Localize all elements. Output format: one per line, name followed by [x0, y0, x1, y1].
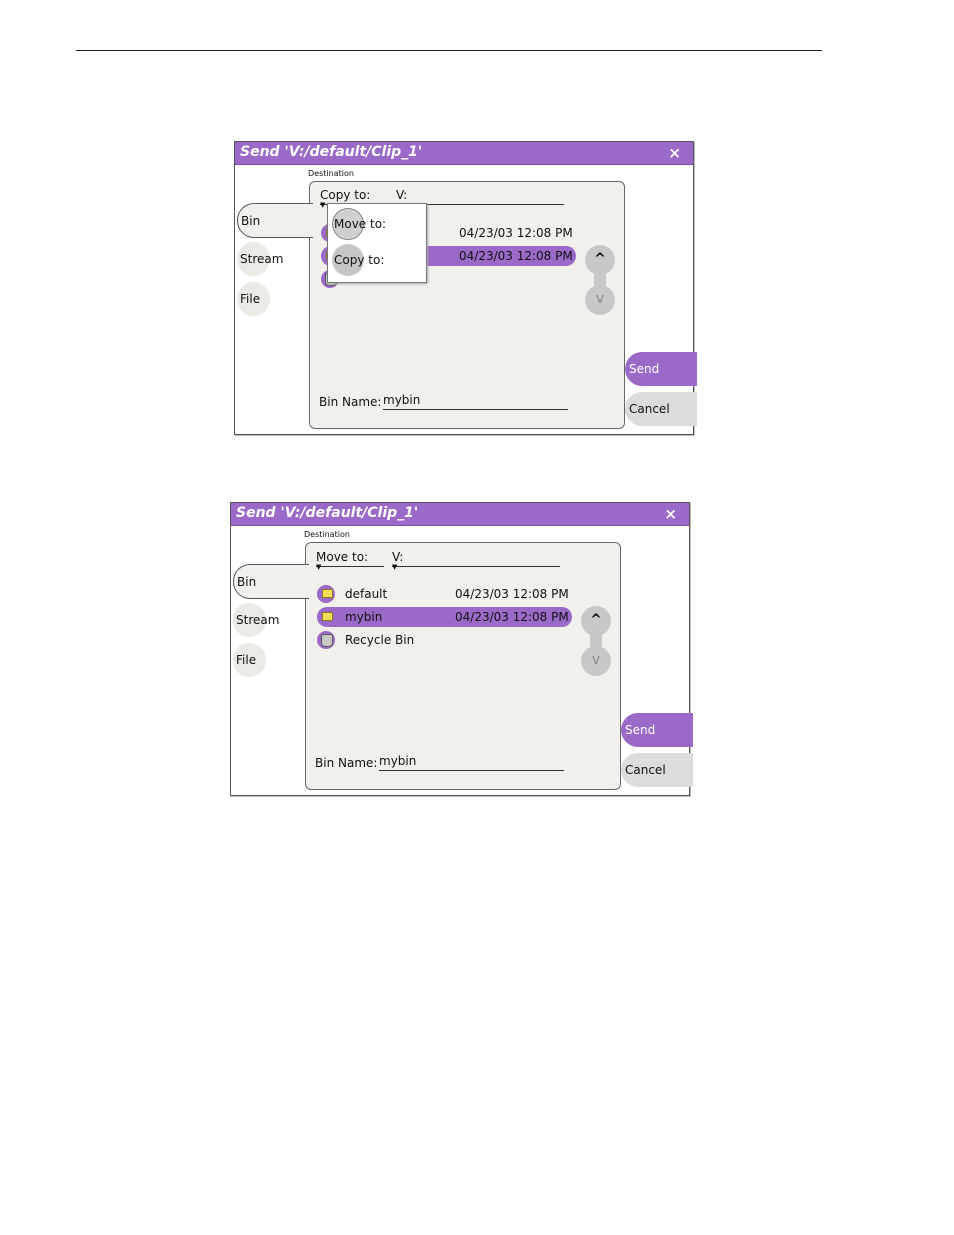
row-date: 04/23/03 12:08 PM	[455, 587, 569, 601]
dialog-body: Destination Bin Stream File Move to: ▼ V…	[231, 526, 693, 795]
send-button[interactable]: Send	[621, 713, 693, 747]
close-icon[interactable]: ×	[664, 505, 677, 523]
bin-name-label: Bin Name:	[319, 395, 382, 409]
list-item-selected[interactable]: mybin 04/23/03 12:08 PM	[317, 607, 572, 627]
chevron-down-icon: v	[595, 291, 605, 307]
scroll-up-button[interactable]: ^	[585, 245, 615, 275]
tab-stream[interactable]: Stream	[237, 242, 283, 276]
menu-item-copy-to[interactable]: Copy to:	[332, 244, 384, 276]
mode-dropdown-value: Move to:	[316, 550, 369, 564]
destination-panel	[305, 542, 621, 790]
tab-file[interactable]: File	[233, 643, 266, 677]
list-item[interactable]: Recycle Bin	[317, 630, 477, 650]
menu-item-label-suffix: to:	[366, 217, 387, 231]
dialog-title: Send 'V:/default/Clip_1'	[240, 144, 423, 160]
volume-dropdown-value: V:	[396, 188, 408, 202]
tab-stream[interactable]: Stream	[233, 603, 279, 637]
row-name: mybin	[345, 610, 383, 624]
dropdown-arrow-icon: ▼	[316, 563, 322, 571]
destination-label: Destination	[304, 530, 350, 539]
tab-file[interactable]: File	[237, 282, 270, 316]
list-item[interactable]: default 04/23/03 12:08 PM	[317, 584, 572, 604]
chevron-up-icon: ^	[590, 612, 602, 628]
menu-item-label: Move	[334, 217, 367, 231]
volume-dropdown[interactable]: V: ▼	[392, 550, 560, 571]
cancel-button[interactable]: Cancel	[625, 392, 697, 426]
scroll-up-button[interactable]: ^	[581, 606, 611, 636]
scroll-down-button[interactable]: v	[585, 285, 615, 315]
list-scroller: ^ v	[581, 606, 611, 676]
row-name: default	[345, 587, 388, 601]
menu-item-label-suffix: to:	[364, 253, 385, 267]
close-icon[interactable]: ×	[668, 144, 681, 162]
menu-item-label: Copy	[334, 253, 365, 267]
volume-dropdown-value: V:	[392, 550, 404, 564]
bin-name-input[interactable]: mybin	[379, 754, 564, 771]
send-dialog-copy: Send 'V:/default/Clip_1' × Destination B…	[234, 141, 697, 435]
row-date: 04/23/03 12:08 PM	[459, 249, 573, 263]
bin-name-input[interactable]: mybin	[383, 393, 568, 410]
chevron-down-icon: v	[591, 652, 601, 668]
dropdown-arrow-icon: ▼	[320, 201, 326, 209]
row-name: Recycle Bin	[345, 633, 415, 647]
tab-bin[interactable]: Bin	[233, 564, 309, 599]
folder-icon	[317, 608, 335, 626]
page-top-rule	[76, 50, 822, 51]
dialog-body: Destination Bin Stream File Copy to: ▼ V…	[235, 165, 697, 434]
mode-dropdown-menu: Move to: Copy to:	[327, 203, 427, 283]
bin-name-label: Bin Name:	[315, 756, 378, 770]
folder-icon	[317, 585, 335, 603]
scroll-down-button[interactable]: v	[581, 646, 611, 676]
menu-item-move-to[interactable]: Move to:	[332, 208, 386, 240]
send-dialog-move: Send 'V:/default/Clip_1' × Destination B…	[230, 502, 693, 796]
row-date: 04/23/03 12:08 PM	[455, 610, 569, 624]
cancel-button[interactable]: Cancel	[621, 753, 693, 787]
mode-dropdown[interactable]: Move to: ▼	[316, 550, 384, 571]
mode-dropdown-value: Copy to:	[320, 188, 371, 202]
destination-label: Destination	[308, 169, 354, 178]
row-date: 04/23/03 12:08 PM	[459, 226, 573, 240]
send-button[interactable]: Send	[625, 352, 697, 386]
dropdown-arrow-icon: ▼	[392, 563, 398, 571]
list-scroller: ^ v	[585, 245, 615, 315]
title-bar: Send 'V:/default/Clip_1' ×	[231, 503, 689, 526]
chevron-up-icon: ^	[594, 251, 606, 267]
title-bar: Send 'V:/default/Clip_1' ×	[235, 142, 693, 165]
recycle-bin-icon	[317, 631, 335, 649]
dialog-title: Send 'V:/default/Clip_1'	[236, 505, 419, 521]
tab-bin[interactable]: Bin	[237, 203, 313, 238]
